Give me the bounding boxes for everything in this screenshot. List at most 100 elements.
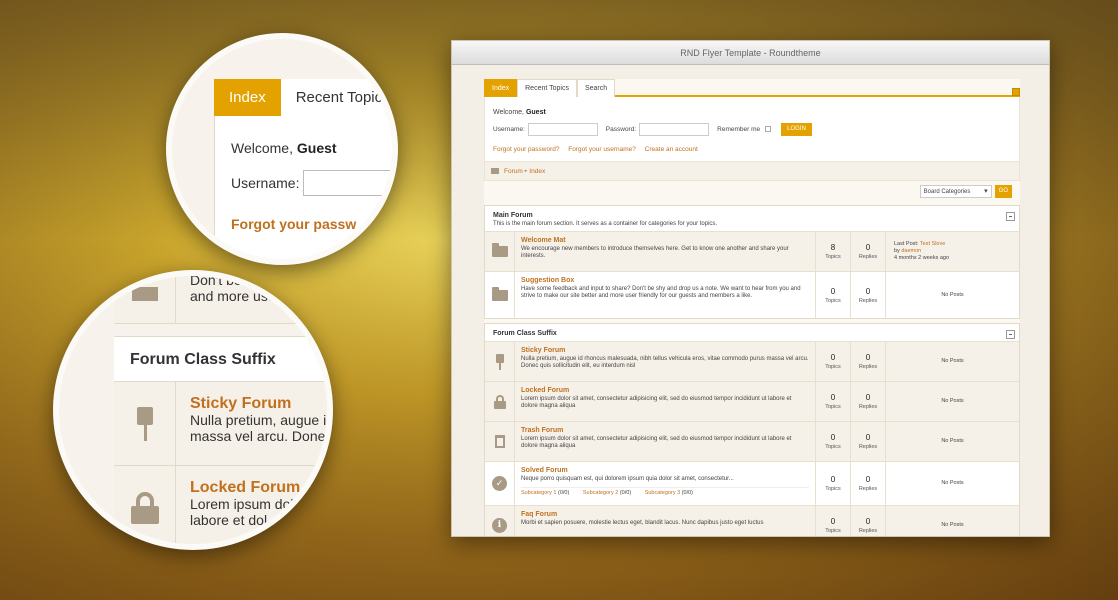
password-input[interactable] (639, 122, 710, 136)
replies-label: Replies (858, 528, 878, 534)
replies-count: 0 Replies (851, 272, 886, 318)
forum-title[interactable]: Faq Forum (521, 511, 809, 518)
last-post: No Posts (941, 291, 964, 298)
folder-icon (491, 243, 508, 257)
folder-icon (131, 286, 158, 301)
tab-bar: Index Recent Topics Search (484, 79, 1020, 97)
zoom-forum-row: Locked Forum Lorem ipsum dol labore et d… (114, 466, 327, 544)
lock-icon (130, 491, 159, 524)
collapse-icon[interactable] (1006, 330, 1015, 339)
zoom-forum-title[interactable]: Locked Forum (190, 480, 300, 496)
last-post-label: Last Post: (894, 241, 919, 247)
replies-count: 0 Replies (851, 342, 886, 381)
section-title: Forum Class Suffix (493, 330, 557, 337)
username-input[interactable] (527, 122, 598, 136)
forum-page: Index Recent Topics Search Welcome, Gues… (484, 79, 1020, 536)
topics-count: 8 Topics (816, 232, 851, 271)
forum-row: Welcome Mat We encourage new members to … (485, 231, 1019, 271)
forum-title[interactable]: Solved Forum (521, 467, 809, 474)
zoom-forum-title[interactable]: Sticky Forum (190, 396, 326, 412)
replies-count: 0 Replies (851, 506, 886, 536)
forgot-password-link[interactable]: Forgot your password? (493, 146, 559, 153)
tab-recent-topics[interactable]: Recent Topics (517, 79, 577, 97)
forum-row: ✓ Solved Forum Neque porro quisquam est,… (485, 461, 1019, 505)
topics-number: 0 (830, 517, 836, 526)
topics-number: 0 (830, 393, 836, 402)
section-header: Forum Class Suffix (485, 324, 1019, 341)
section-desc: This is the main forum section. It serve… (493, 221, 718, 227)
forum-desc: Lorem ipsum dolor sit amet, consectetur … (521, 396, 792, 409)
forum-desc: We encourage new members to introduce th… (521, 246, 789, 259)
breadcrumb-separator: ▸ (524, 168, 528, 174)
info-icon: i (492, 518, 507, 533)
forum-desc: Have some feedback and input to share? D… (521, 286, 801, 299)
last-post: No Posts (941, 358, 964, 364)
forum-desc: Neque porro quisquam est, qui dolorem ip… (521, 476, 734, 482)
zoom-welcome-user: Guest (296, 140, 337, 156)
last-post-link[interactable]: Test Slove (920, 241, 945, 247)
replies-label: Replies (858, 364, 878, 370)
check-icon: ✓ (492, 476, 507, 491)
forum-desc: Nulla pretium, augue id rhoncus malesuad… (521, 356, 809, 369)
collapse-icon[interactable] (1006, 212, 1015, 221)
collapse-icon[interactable] (1012, 88, 1020, 96)
topics-count: 0 Topics (816, 462, 851, 505)
forum-title[interactable]: Sticky Forum (521, 347, 809, 354)
create-account-link[interactable]: Create an account (645, 146, 698, 153)
forum-row: Trash Forum Lorem ipsum dolor sit amet, … (485, 421, 1019, 461)
forum-title[interactable]: Locked Forum (521, 387, 809, 394)
zoom-forum-desc: Lorem ipsum dol (190, 496, 294, 512)
go-button[interactable]: GO (994, 184, 1012, 198)
forum-row: Suggestion Box Have some feedback and in… (485, 271, 1019, 318)
replies-count: 0 Replies (851, 382, 886, 421)
topics-number: 0 (830, 353, 836, 362)
breadcrumb-index[interactable]: Index (529, 168, 545, 175)
subcategory-link[interactable]: Subcategory 3 (645, 490, 680, 496)
zoom-forum-row: Don't be s and more use (114, 276, 327, 324)
welcome-text: Welcome, Guest (493, 109, 1011, 116)
zoom-forum-desc: and more use (190, 288, 276, 304)
zoom-tab-index[interactable]: Index (214, 79, 281, 116)
topics-label: Topics (825, 444, 841, 450)
replies-label: Replies (858, 486, 878, 492)
zoom-forum-row: Sticky Forum Nulla pretium, augue i mass… (114, 382, 327, 466)
last-post: Last Post: Test Slove by daemon 4 months… (886, 232, 1019, 271)
replies-number: 0 (865, 393, 871, 402)
replies-count: 0 Replies (851, 462, 886, 505)
topics-count: 0 Topics (816, 272, 851, 318)
category-select[interactable]: Board Categories (919, 184, 992, 198)
lock-icon (493, 394, 506, 409)
topics-number: 0 (830, 433, 836, 442)
last-post-user[interactable]: daemon (901, 248, 921, 254)
login-button[interactable]: LOGIN (781, 122, 812, 136)
zoom-forum-desc: massa vel arcu. Done (190, 428, 326, 444)
subcategory-count: (0/0) (681, 490, 693, 496)
breadcrumb-forum[interactable]: Forum (504, 168, 523, 175)
topics-label: Topics (825, 297, 841, 304)
forum-title[interactable]: Trash Forum (521, 427, 809, 434)
subcategory-count: (0/0) (619, 490, 632, 496)
zoom-tab-recent[interactable]: Recent Topic (280, 79, 392, 116)
category-bar: Board Categories GO (484, 181, 1020, 201)
forum-row: Sticky Forum Nulla pretium, augue id rho… (485, 341, 1019, 381)
zoom-forgot-link[interactable]: Forgot your passw (231, 216, 392, 232)
forum-title[interactable]: Suggestion Box (521, 277, 809, 284)
forgot-username-link[interactable]: Forgot your username? (568, 146, 636, 153)
subcategory-link[interactable]: Subcategory 1 (521, 490, 556, 496)
replies-count: 0 Replies (851, 422, 886, 461)
zoom-circle-login: Index Recent Topic Welcome, Guest Userna… (166, 33, 398, 265)
tab-search[interactable]: Search (576, 79, 616, 97)
subcategory-link[interactable]: Subcategory 2 (583, 490, 618, 496)
replies-number: 0 (865, 243, 871, 252)
remember-checkbox[interactable] (765, 126, 772, 132)
topics-count: 0 Topics (816, 506, 851, 536)
tab-index[interactable]: Index (484, 79, 518, 97)
forum-title[interactable]: Welcome Mat (521, 237, 809, 244)
username-label: Username: (493, 125, 525, 133)
topics-label: Topics (825, 528, 841, 534)
login-form: Username: Password: Remember me LOGIN (493, 122, 1011, 136)
zoom-username-input[interactable] (303, 170, 392, 196)
topics-number: 0 (830, 475, 836, 484)
forum-desc: Morbi et sapien posuere, molestie lectus… (521, 520, 764, 526)
by-label: by (894, 248, 900, 254)
